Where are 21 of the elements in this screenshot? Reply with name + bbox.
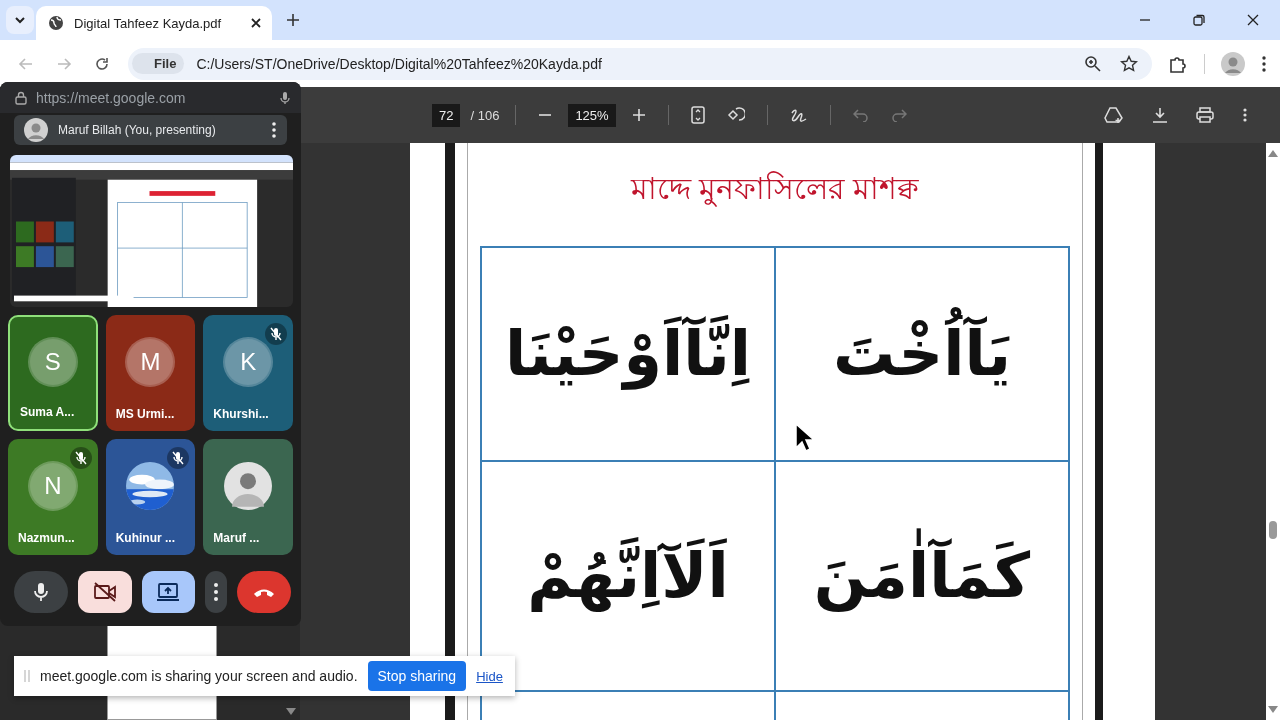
arabic-word: اَلَآاِنَّهُمْ	[526, 536, 730, 615]
page-heading: মাদ্দে মুনফাসিলের মাশক্ব	[629, 170, 921, 209]
arabic-word: كَمَآاٰمَنَ	[801, 523, 1043, 629]
sharing-message: meet.google.com is sharing your screen and audio.	[40, 668, 358, 684]
participant-name: Suma A...	[20, 405, 75, 419]
participant-name: Nazmun...	[18, 531, 75, 545]
participant-name: Maruf ...	[213, 531, 260, 545]
tab-title: Digital Tahfeez Kayda.pdf	[74, 15, 223, 31]
initial-avatar: M	[127, 339, 174, 385]
initial-avatar: S	[29, 339, 76, 385]
arabic-word: اِنَّآاَوْحَيْنَا	[503, 314, 753, 393]
presenter-name: Maruf Billah (You, presenting)	[58, 123, 216, 137]
page-count: / 106	[470, 107, 500, 123]
participant-name: MS Urmi...	[115, 407, 175, 421]
meet-url: https://meet.google.com	[36, 89, 186, 106]
participant-name: Kuhinur ...	[115, 531, 175, 545]
participant-name: Khurshi...	[213, 407, 269, 421]
url-text: C:/Users/ST/OneDrive/Desktop/Digital%20Tahfeez%20Kayda.pdf	[196, 55, 602, 72]
initial-avatar: K	[225, 339, 272, 385]
arabic-word: يَآاُخْتَ	[820, 301, 1024, 407]
initial-avatar: N	[29, 463, 76, 509]
